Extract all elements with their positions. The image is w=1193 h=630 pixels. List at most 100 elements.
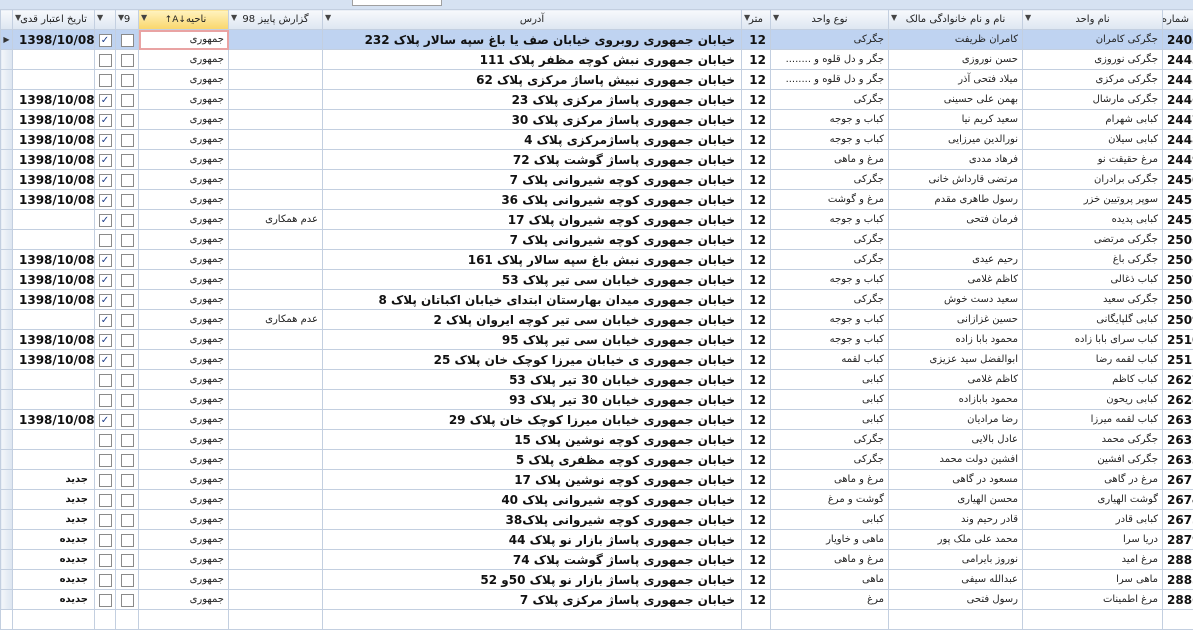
cell-num[interactable]: 2507 <box>1163 270 1193 290</box>
cell-report[interactable] <box>229 590 323 610</box>
cell-report[interactable] <box>229 470 323 490</box>
checkbox[interactable] <box>121 374 134 387</box>
cell-c1[interactable]: ✓ <box>95 350 116 370</box>
cell-num[interactable]: 2511 <box>1163 350 1193 370</box>
col-header-unit[interactable]: ▼متر <box>742 10 771 30</box>
table-row[interactable]: 1398/10/08✓جمهوریخیابان جمهوری کوچه شیرو… <box>1 190 1193 210</box>
cell-address[interactable]: خیابان جمهوری خیابان سی تیر کوچه ایروان … <box>323 310 742 330</box>
cell-type[interactable]: کباب و جوجه <box>771 110 889 130</box>
cell-name[interactable]: جگرکی برادران <box>1023 170 1163 190</box>
cell-num[interactable]: 2443 <box>1163 50 1193 70</box>
cell-c1[interactable]: ✓ <box>95 30 116 50</box>
cell-owner[interactable]: ابوالفضل سید عزیزی <box>889 350 1023 370</box>
cell-num[interactable]: 2879 <box>1163 530 1193 550</box>
cell-unit[interactable]: 12 <box>742 390 771 410</box>
cell-date[interactable] <box>13 230 95 250</box>
checkbox[interactable] <box>121 554 134 567</box>
cell-num[interactable]: 2886 <box>1163 590 1193 610</box>
table-row[interactable]: 1398/10/08✓جمهوریخیابان جمهوری پاساژ مرک… <box>1 110 1193 130</box>
cell-c1[interactable]: ✓ <box>95 190 116 210</box>
chevron-down-icon[interactable]: ▼ <box>1025 13 1031 22</box>
table-row[interactable]: 1398/10/08✓جمهوریخیابان جمهوری ی خیابان … <box>1 350 1193 370</box>
empty-cell[interactable] <box>116 610 139 630</box>
checkbox[interactable] <box>121 214 134 227</box>
cell-num[interactable]: 2450 <box>1163 170 1193 190</box>
checkbox[interactable] <box>121 134 134 147</box>
cell-address[interactable]: خیابان جمهوری خیابان سی تیر پلاک 95 <box>323 330 742 350</box>
cell-c2[interactable] <box>116 90 139 110</box>
cell-type[interactable]: کبابی <box>771 410 889 430</box>
cell-c1[interactable] <box>95 470 116 490</box>
cell-c1[interactable] <box>95 530 116 550</box>
cell-owner[interactable]: رحیم عیدی <box>889 250 1023 270</box>
empty-cell[interactable] <box>889 610 1023 630</box>
cell-type[interactable]: جگرکی <box>771 450 889 470</box>
col-header-date[interactable]: ▼تاریخ اعتبار قدی <box>13 10 95 30</box>
cell-name[interactable]: جگرکی محمد <box>1023 430 1163 450</box>
cell-c1[interactable]: ✓ <box>95 310 116 330</box>
checkbox[interactable] <box>121 594 134 607</box>
cell-report[interactable] <box>229 490 323 510</box>
cell-type[interactable]: جگرکی <box>771 430 889 450</box>
cell-type[interactable]: جگرکی <box>771 90 889 110</box>
cell-owner[interactable]: نورالدین میرزایی <box>889 130 1023 150</box>
cell-c2[interactable] <box>116 210 139 230</box>
cell-address[interactable]: خیابان جمهوری خیابان سی تیر پلاک 53 <box>323 270 742 290</box>
cell-unit[interactable]: 12 <box>742 190 771 210</box>
cell-c1[interactable]: ✓ <box>95 90 116 110</box>
checkbox[interactable] <box>121 74 134 87</box>
checkbox[interactable] <box>121 514 134 527</box>
cell-num[interactable]: 2446 <box>1163 90 1193 110</box>
empty-cell[interactable] <box>1 610 13 630</box>
cell-owner[interactable]: مرتضی قارداش خانی <box>889 170 1023 190</box>
cell-district[interactable]: جمهوری <box>139 450 229 470</box>
cell-type[interactable]: کباب و جوجه <box>771 310 889 330</box>
checkbox[interactable] <box>99 374 112 387</box>
cell-name[interactable]: مرغ اطمینات <box>1023 590 1163 610</box>
empty-cell[interactable] <box>771 610 889 630</box>
cell-name[interactable]: مرغ در گاهی <box>1023 470 1163 490</box>
cell-date[interactable]: 1398/10/08 <box>13 130 95 150</box>
checkbox-checked[interactable]: ✓ <box>99 174 112 187</box>
row-selector[interactable] <box>1 470 13 490</box>
cell-c1[interactable] <box>95 590 116 610</box>
cell-report[interactable] <box>229 290 323 310</box>
cell-name[interactable]: کبابی پدیده <box>1023 210 1163 230</box>
empty-cell[interactable] <box>1023 610 1163 630</box>
cell-district[interactable]: جمهوری <box>139 390 229 410</box>
cell-date[interactable]: 1398/10/08 <box>13 150 95 170</box>
cell-unit[interactable]: 12 <box>742 510 771 530</box>
checkbox-checked[interactable]: ✓ <box>99 314 112 327</box>
cell-type[interactable]: کبابی <box>771 510 889 530</box>
empty-cell[interactable] <box>323 610 742 630</box>
row-selector[interactable] <box>1 50 13 70</box>
table-row[interactable]: جدیدهجمهوریخیابان جمهوری پاساژ بازار نو … <box>1 530 1193 550</box>
cell-date[interactable]: 1398/10/08 <box>13 410 95 430</box>
cell-type[interactable]: جگرکی <box>771 230 889 250</box>
cell-owner[interactable]: عادل بالایی <box>889 430 1023 450</box>
cell-address[interactable]: خیابان جمهوری پاساژمرکزی پلاک 4 <box>323 130 742 150</box>
row-selector[interactable] <box>1 550 13 570</box>
cell-unit[interactable]: 12 <box>742 250 771 270</box>
cell-unit[interactable]: 12 <box>742 310 771 330</box>
cell-district[interactable]: جمهوری <box>139 410 229 430</box>
chevron-down-icon[interactable]: ▼ <box>325 13 331 22</box>
col-header-num[interactable]: شماره <box>1163 10 1193 30</box>
row-selector[interactable] <box>1 290 13 310</box>
cell-report[interactable] <box>229 90 323 110</box>
cell-date[interactable] <box>13 390 95 410</box>
cell-date[interactable]: جدیده <box>13 550 95 570</box>
cell-date[interactable] <box>13 210 95 230</box>
table-row[interactable]: جمهوریخیابان جمهوری کوچه شیروانی پلاک 71… <box>1 230 1193 250</box>
cell-address[interactable]: خیابان جمهوری نبش باغ سپه سالار پلاک 161 <box>323 250 742 270</box>
row-selector[interactable] <box>1 190 13 210</box>
cell-name[interactable]: مرغ امید <box>1023 550 1163 570</box>
row-selector[interactable] <box>1 310 13 330</box>
cell-report[interactable] <box>229 170 323 190</box>
checkbox-checked[interactable]: ✓ <box>99 354 112 367</box>
cell-district[interactable]: جمهوری <box>139 70 229 90</box>
cell-name[interactable]: مرغ حقیقت نو <box>1023 150 1163 170</box>
checkbox[interactable] <box>121 334 134 347</box>
cell-address[interactable]: خیابان جمهوری ی خیابان میرزا کوچک خان پل… <box>323 350 742 370</box>
cell-date[interactable] <box>13 430 95 450</box>
